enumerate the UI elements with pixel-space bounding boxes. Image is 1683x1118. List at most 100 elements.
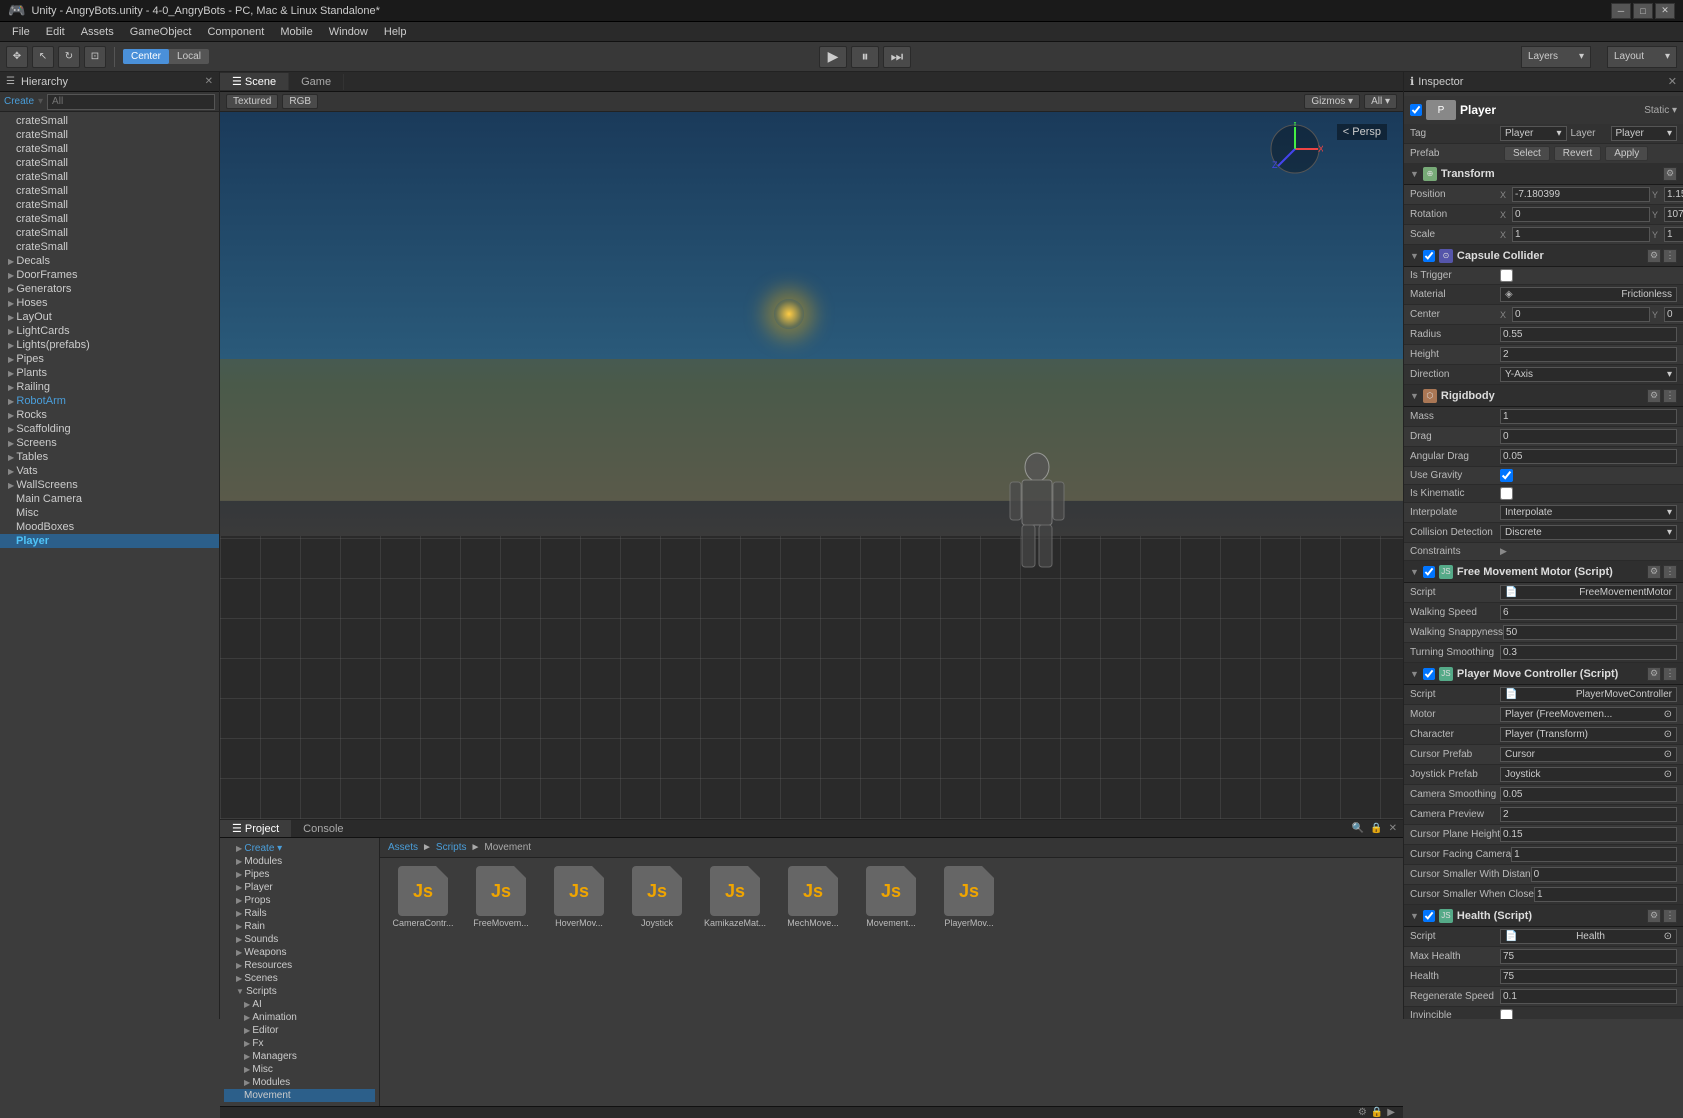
- proj-editor[interactable]: Editor: [224, 1024, 375, 1037]
- pmc-character-value[interactable]: Player (Transform) ⊙: [1500, 727, 1677, 742]
- proj-animation[interactable]: Animation: [224, 1011, 375, 1024]
- all-button[interactable]: All ▾: [1364, 94, 1397, 109]
- file-cameracon[interactable]: Js CameraContr...: [388, 866, 458, 928]
- rigidbody-menu-icon[interactable]: ⋮: [1663, 389, 1677, 403]
- tree-item-layout[interactable]: LayOut: [0, 310, 219, 324]
- capsule-settings-icon[interactable]: ⚙: [1647, 249, 1661, 263]
- cursor-facing-camera-input[interactable]: [1511, 847, 1677, 862]
- menu-file[interactable]: File: [4, 24, 38, 40]
- tree-item-plants[interactable]: Plants: [0, 366, 219, 380]
- transform-header[interactable]: ▼ ⊕ Transform ⚙: [1404, 163, 1683, 185]
- play-button[interactable]: ▶: [819, 46, 847, 68]
- is-kinematic-checkbox[interactable]: [1500, 487, 1513, 500]
- invincible-checkbox[interactable]: [1500, 1009, 1513, 1019]
- menu-component[interactable]: Component: [199, 24, 272, 40]
- tab-console[interactable]: Console: [291, 821, 355, 837]
- player-move-settings-icon[interactable]: ⚙: [1647, 667, 1661, 681]
- is-trigger-checkbox[interactable]: [1500, 269, 1513, 282]
- collision-detection-value[interactable]: Discrete ▾: [1500, 525, 1677, 540]
- prefab-apply-button[interactable]: Apply: [1605, 146, 1648, 161]
- file-playermov[interactable]: Js PlayerMov...: [934, 866, 1004, 928]
- move-tool-button[interactable]: ↖: [32, 46, 54, 68]
- breadcrumb-assets[interactable]: Assets: [388, 842, 418, 853]
- rot-y-input[interactable]: [1664, 207, 1683, 222]
- tab-scene[interactable]: ☰ Scene: [220, 73, 289, 90]
- cursor-smaller-dist-input[interactable]: [1531, 867, 1677, 882]
- rotate-tool-button[interactable]: ↻: [58, 46, 80, 68]
- tree-item-player[interactable]: Player: [0, 534, 219, 548]
- tree-item-lightcards[interactable]: LightCards: [0, 324, 219, 338]
- tree-item-decals[interactable]: Decals: [0, 254, 219, 268]
- minimize-button[interactable]: ─: [1611, 3, 1631, 19]
- max-health-input[interactable]: [1500, 949, 1677, 964]
- free-movement-settings-icon[interactable]: ⚙: [1647, 565, 1661, 579]
- file-kamikazem[interactable]: Js KamikazeMat...: [700, 866, 770, 928]
- proj-scenes[interactable]: Scenes: [224, 972, 375, 985]
- layers-dropdown[interactable]: Layers ▾: [1521, 46, 1591, 68]
- health-input[interactable]: [1500, 969, 1677, 984]
- player-move-enabled-checkbox[interactable]: [1423, 668, 1435, 680]
- proj-rails[interactable]: Rails: [224, 907, 375, 920]
- walking-snappyness-input[interactable]: [1503, 625, 1677, 640]
- file-freemovem[interactable]: Js FreeMovem...: [466, 866, 536, 928]
- scale-x-input[interactable]: [1512, 227, 1650, 242]
- center-x-input[interactable]: [1512, 307, 1650, 322]
- proj-weapons[interactable]: Weapons: [224, 946, 375, 959]
- mass-input[interactable]: [1500, 409, 1677, 424]
- proj-scripts[interactable]: Scripts: [224, 985, 375, 998]
- tree-item-crateSmall-6[interactable]: crateSmall: [0, 184, 219, 198]
- height-input[interactable]: [1500, 347, 1677, 362]
- radius-input[interactable]: [1500, 327, 1677, 342]
- gizmos-button[interactable]: Gizmos ▾: [1304, 94, 1360, 109]
- rigidbody-settings-icon[interactable]: ⚙: [1647, 389, 1661, 403]
- scale-tool-button[interactable]: ⊡: [84, 46, 106, 68]
- tree-item-railing[interactable]: Railing: [0, 380, 219, 394]
- tree-item-crateSmall-4[interactable]: crateSmall: [0, 156, 219, 170]
- health-enabled-checkbox[interactable]: [1423, 910, 1435, 922]
- proj-managers[interactable]: Managers: [224, 1050, 375, 1063]
- tree-item-main-camera[interactable]: Main Camera: [0, 492, 219, 506]
- proj-rain[interactable]: Rain: [224, 920, 375, 933]
- tree-item-pipes[interactable]: Pipes: [0, 352, 219, 366]
- project-search-icon[interactable]: 🔍: [1352, 823, 1364, 834]
- hierarchy-search[interactable]: [47, 94, 215, 110]
- tree-item-moodboxes[interactable]: MoodBoxes: [0, 520, 219, 534]
- player-move-header[interactable]: ▼ JS Player Move Controller (Script) ⚙ ⋮: [1404, 663, 1683, 685]
- rigidbody-header[interactable]: ▼ ⬡ Rigidbody ⚙ ⋮: [1404, 385, 1683, 407]
- file-movement[interactable]: Js Movement...: [856, 866, 926, 928]
- cursor-smaller-close-input[interactable]: [1534, 887, 1677, 902]
- cursor-prefab-value[interactable]: Cursor ⊙: [1500, 747, 1677, 762]
- capsule-collider-header[interactable]: ▼ ⊙ Capsule Collider ⚙ ⋮: [1404, 245, 1683, 267]
- hierarchy-close[interactable]: ✕: [205, 76, 213, 87]
- hand-tool-button[interactable]: ✥: [6, 46, 28, 68]
- file-mechmove[interactable]: Js MechMove...: [778, 866, 848, 928]
- tree-item-tables[interactable]: Tables: [0, 450, 219, 464]
- textured-button[interactable]: Textured: [226, 94, 278, 109]
- drag-input[interactable]: [1500, 429, 1677, 444]
- use-gravity-checkbox[interactable]: [1500, 469, 1513, 482]
- pause-button[interactable]: ⏸: [851, 46, 879, 68]
- menu-edit[interactable]: Edit: [38, 24, 73, 40]
- tree-item-crateSmall-9[interactable]: crateSmall: [0, 226, 219, 240]
- object-active-checkbox[interactable]: [1410, 104, 1422, 116]
- menu-mobile[interactable]: Mobile: [272, 24, 320, 40]
- tree-item-lights-prefabs[interactable]: Lights(prefabs): [0, 338, 219, 352]
- menu-assets[interactable]: Assets: [73, 24, 122, 40]
- joystick-prefab-value[interactable]: Joystick ⊙: [1500, 767, 1677, 782]
- prefab-select-button[interactable]: Select: [1504, 146, 1550, 161]
- walking-speed-input[interactable]: [1500, 605, 1677, 620]
- health-header[interactable]: ▼ JS Health (Script) ⚙ ⋮: [1404, 905, 1683, 927]
- tree-item-crateSmall-2[interactable]: crateSmall: [0, 128, 219, 142]
- file-joystick[interactable]: Js Joystick: [622, 866, 692, 928]
- tree-item-wallscreens[interactable]: WallScreens: [0, 478, 219, 492]
- tree-item-robotarm[interactable]: RobotArm: [0, 394, 219, 408]
- camera-smoothing-input[interactable]: [1500, 787, 1677, 802]
- rot-x-input[interactable]: [1512, 207, 1650, 222]
- proj-sounds[interactable]: Sounds: [224, 933, 375, 946]
- player-move-menu-icon[interactable]: ⋮: [1663, 667, 1677, 681]
- tree-item-doorframes[interactable]: DoorFrames: [0, 268, 219, 282]
- scale-y-input[interactable]: [1664, 227, 1683, 242]
- turning-smoothing-input[interactable]: [1500, 645, 1677, 660]
- pos-x-input[interactable]: [1512, 187, 1650, 202]
- health-menu-icon[interactable]: ⋮: [1663, 909, 1677, 923]
